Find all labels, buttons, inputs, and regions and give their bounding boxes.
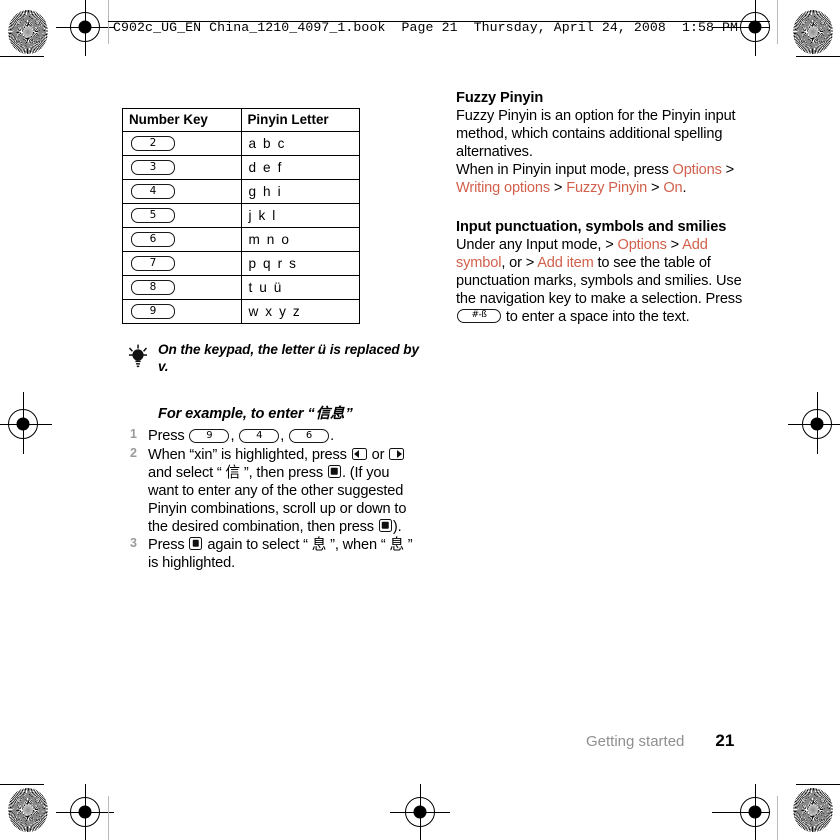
step-number: 2 (130, 445, 137, 460)
phone-key-2: 2 (131, 136, 175, 152)
section-paragraph: Fuzzy Pinyin is an option for the Pinyin… (456, 107, 736, 160)
column-header-pinyin-letter: Pinyin Letter (240, 107, 360, 133)
cell-number-key: 5 (122, 203, 242, 229)
table-row: 3 d e f (122, 155, 360, 181)
cell-pinyin-letters: t u ü (240, 275, 360, 301)
pinyin-key-table: Number Key Pinyin Letter 2 a b c 3 d e f 4 g … (122, 107, 360, 325)
cell-pinyin-letters: p q r s (240, 251, 360, 277)
phone-key-9: 9 (131, 304, 175, 320)
phone-key-9: 9 (189, 428, 230, 443)
cell-pinyin-letters: m n o (240, 227, 360, 253)
table-row: 9 w x y z (122, 299, 360, 325)
menu-path-item[interactable]: Options (673, 162, 722, 178)
trim-line-top-right (796, 56, 840, 58)
lightbulb-icon (125, 344, 151, 372)
chinese-character: 信 (225, 463, 241, 481)
example-chinese-word: 信息 (315, 406, 345, 423)
cell-pinyin-letters: g h i (240, 179, 360, 205)
footer-page-number: 21 (715, 731, 735, 750)
section-paragraph: Under any Input mode, > Options > Add sy… (456, 236, 743, 325)
table-row: 4 g h i (122, 179, 360, 205)
page-edge-rule-right-bottom (777, 796, 779, 840)
table-row: 5 j k l (122, 203, 360, 229)
menu-path-item[interactable]: Options (618, 237, 667, 253)
trim-line-bottom-left (0, 784, 44, 786)
phone-key-8: 8 (131, 280, 175, 296)
cell-number-key: 2 (122, 131, 242, 157)
tip-text: On the keypad, the letter ü is replaced … (158, 342, 419, 374)
right-column: Fuzzy Pinyin Fuzzy Pinyin is an option fo… (456, 90, 746, 326)
example-heading: For example, to enter “信息” (158, 406, 353, 423)
step-number: 1 (130, 427, 137, 442)
page-footer: Getting started 21 (586, 731, 746, 751)
trim-line-top-left (0, 56, 44, 58)
section-paragraph: When in Pinyin input mode, press Options… (456, 161, 735, 196)
cell-number-key: 3 (122, 155, 242, 181)
footer-chapter-name: Getting started (586, 733, 685, 750)
trim-line-bottom-right (796, 784, 840, 786)
table-row: 8 t u ü (122, 275, 360, 301)
page-edge-rule-left-bottom (108, 796, 110, 840)
nav-select-icon (327, 464, 341, 478)
column-header-number-key: Number Key (122, 107, 242, 133)
menu-path-item[interactable]: Writing options (456, 180, 550, 196)
step-item: 3 Press again to select “ 息 ”, when “ 息 ”… (130, 535, 413, 572)
cell-number-key: 9 (122, 299, 242, 325)
phone-key-5: 5 (131, 208, 175, 224)
left-column: Number Key Pinyin Letter 2 a b c 3 d e f 4 g … (122, 107, 422, 572)
menu-path-item[interactable]: On (663, 180, 682, 196)
nav-right-icon (389, 447, 405, 460)
step-number: 3 (130, 535, 137, 550)
phone-key-6: 6 (289, 428, 330, 443)
density-burst-top-left (8, 10, 48, 54)
phone-key-3: 3 (131, 160, 175, 176)
phone-key-4: 4 (239, 428, 280, 443)
nav-select-icon (189, 536, 203, 550)
tip-note: On the keypad, the letter ü is replaced … (122, 342, 422, 382)
step-item: 1 Press 9, 4, 6. (130, 427, 334, 445)
cell-number-key: 6 (122, 227, 242, 253)
table-row: 2 a b c (122, 131, 360, 157)
chinese-character: 息 (389, 535, 404, 553)
table-row: 7 p q r s (122, 251, 360, 277)
nav-select-icon (378, 518, 392, 532)
phone-key-6: 6 (131, 232, 175, 248)
pinyin-table-body: 2 a b c 3 d e f 4 g h i 5 j k l 6 m n o 7 p q r s 8 t… (122, 131, 360, 325)
chinese-character: 息 (311, 535, 327, 553)
density-burst-bottom-right (793, 788, 833, 832)
cell-pinyin-letters: w x y z (240, 299, 360, 325)
menu-path-item[interactable]: Add item (537, 255, 594, 271)
section-heading: Input punctuation, symbols and smilies (456, 219, 727, 235)
density-burst-top-right (793, 10, 833, 54)
menu-path-item[interactable]: Fuzzy Pinyin (566, 180, 647, 196)
step-item: 2 When “xin” is highlighted, press or and… (130, 445, 407, 535)
step-list: 1 Press 9, 4, 6. 2 When “xin” is highlighte… (122, 427, 422, 572)
cell-pinyin-letters: d e f (240, 155, 360, 181)
cell-number-key: 7 (122, 251, 242, 277)
phone-key-7: 7 (131, 256, 175, 272)
nav-left-icon (351, 447, 367, 460)
table-row: 6 m n o (122, 227, 360, 253)
phone-key-4: 4 (131, 184, 175, 200)
density-burst-bottom-left (8, 788, 48, 832)
file-header-line: C902c_UG_EN China_1210_4097_1.book Page … (113, 20, 739, 35)
cell-pinyin-letters: a b c (240, 131, 360, 157)
page-edge-rule-right (777, 0, 779, 44)
cell-number-key: 4 (122, 179, 242, 205)
phone-key-: #-ß (457, 309, 501, 324)
cell-pinyin-letters: j k l (240, 203, 360, 229)
section-heading: Fuzzy Pinyin (456, 90, 544, 106)
table-header-row: Number Key Pinyin Letter (122, 107, 360, 133)
cell-number-key: 8 (122, 275, 242, 301)
